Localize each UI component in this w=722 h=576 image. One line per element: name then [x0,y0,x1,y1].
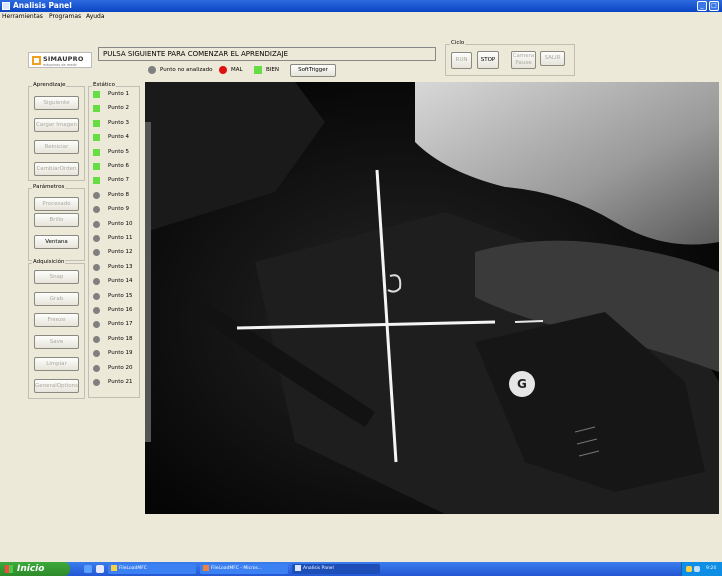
point-label: Punto 12 [108,249,133,256]
point-label: Punto 10 [108,220,133,227]
menu-programas[interactable]: Programas [49,13,81,20]
limpiar-button[interactable]: Limpiar [34,357,79,371]
windows-flag-icon [5,565,13,573]
point-label: Punto 8 [108,191,129,198]
point-status-not-analyzed-icon [93,191,100,199]
minimize-icon[interactable]: _ [697,1,707,11]
system-tray: 9:24 [681,562,722,576]
folder-icon [111,564,117,571]
point-status-good-icon [93,91,100,98]
title-bar: Analisis Panel _ □ [0,0,722,12]
point-label: Punto 14 [108,278,133,285]
logo-tagline: máquinas de medir [43,63,77,67]
quicklaunch-browser-icon[interactable] [96,565,104,573]
menu-herramientas[interactable]: Herramientas [2,13,43,20]
soft-trigger-button[interactable]: SoftTrigger [290,64,336,77]
point-label: Punto 16 [108,307,133,313]
point-status-good-icon [93,163,100,170]
point-label: Punto 15 [108,292,133,299]
point-label: Punto 7 [108,177,129,184]
run-button[interactable]: RUN [451,52,472,69]
save-button[interactable]: Save [34,335,79,349]
taskbar-item-fileloadmfc[interactable]: FileLoadMFC [108,564,196,574]
exit-button[interactable]: SALIR [540,51,565,66]
reiniciar-button[interactable]: Reiniciar [34,140,79,154]
point-label: Punto 6 [108,163,129,169]
point-status-good-icon [93,148,100,156]
taskbar-item-analisis-panel[interactable]: Analisis Panel [292,564,380,574]
point-status-not-analyzed-icon [93,335,100,343]
adquisicion-label: Adquisición [32,259,66,266]
menu-bar: Herramientas Programas Ayuda [0,12,722,23]
taskbar-item-fileloadmfc-microsoft[interactable]: FileLoadMFC - Micros... [200,564,288,574]
legend-not-analyzed-icon [148,66,156,74]
estatico-label: Estático [92,82,116,89]
point-status-not-analyzed-icon [93,307,100,314]
taskbar: Inicio FileLoadMFC FileLoadMFC - Micros.… [0,562,722,576]
app-icon [2,2,10,10]
point-label: Punto 2 [108,105,129,112]
siguiente-button[interactable]: Siguiente [34,96,79,110]
point-label: Punto 17 [108,321,133,328]
point-status-good-icon [93,134,100,142]
status-message: PULSA SIGUIENTE PARA COMENZAR EL APRENDI… [98,47,436,61]
camera-image: G [145,82,719,514]
visual-studio-icon [203,564,209,571]
point-label: Punto 11 [108,235,133,241]
tray-volume-icon[interactable] [694,566,700,572]
snap-button[interactable]: Snap [34,270,79,284]
aprendizaje-label: Aprendizaje [32,82,67,89]
logo-name: SIMAUPRO [43,55,84,63]
point-label: Punto 19 [108,350,133,357]
camera-pause-button[interactable]: Camera Pause [511,51,536,69]
procesado-button[interactable]: Procesado [34,197,79,211]
simaupro-logo: SIMAUPRO máquinas de medir [28,52,92,68]
maximize-icon[interactable]: □ [709,1,719,11]
legend-not-analyzed-label: Punto no analizado [160,67,213,73]
camera-marker-label: G [517,377,527,391]
legend-bad-icon [219,66,227,74]
clock: 9:24 [706,566,717,571]
point-label: Punto 9 [108,206,129,213]
cargar-imagen-button[interactable]: Cargar Imagen [34,118,79,132]
window-title: Analisis Panel [13,1,72,10]
legend-bad-label: MAL [231,67,243,73]
point-status-not-analyzed-icon [93,379,100,386]
point-label: Punto 20 [108,364,133,371]
point-label: Punto 18 [108,335,133,342]
point-status-not-analyzed-icon [93,263,100,271]
general-options-button[interactable]: GeneralOptions [34,379,79,393]
tray-network-icon[interactable] [686,566,692,572]
parametros-label: Parámetros [32,184,66,191]
point-status-not-analyzed-icon [93,292,100,300]
point-label: Punto 1 [108,91,129,97]
point-label: Punto 13 [108,263,133,270]
ventana-button[interactable]: Ventana [34,235,79,249]
logo-mark-icon [32,56,41,65]
stop-button[interactable]: STOP [477,51,499,69]
app-icon [295,564,301,571]
point-status-good-icon [93,119,100,127]
point-label: Punto 21 [108,379,133,385]
point-status-not-analyzed-icon [93,364,100,372]
quicklaunch-desktop-icon[interactable] [84,565,92,573]
grab-button[interactable]: Grab [34,292,79,306]
point-status-not-analyzed-icon [93,220,100,228]
menu-ayuda[interactable]: Ayuda [86,13,105,20]
point-status-good-icon [93,105,100,113]
point-label: Punto 4 [108,134,129,141]
cambiar-orden-button[interactable]: CambiarOrden [34,162,79,176]
point-label: Punto 3 [108,119,129,126]
ciclo-label: Ciclo [450,40,466,47]
brillo-button[interactable]: Brillo [34,213,79,227]
legend-good-label: BIEN [266,67,279,73]
point-status-good-icon [93,177,100,185]
start-label: Inicio [17,564,45,574]
point-label: Punto 5 [108,148,129,155]
freeze-button[interactable]: Freeze [34,313,79,327]
start-button[interactable]: Inicio [0,562,70,576]
legend-good-icon [254,66,262,74]
camera-view[interactable]: G [145,82,719,514]
point-status-not-analyzed-icon [93,235,100,242]
